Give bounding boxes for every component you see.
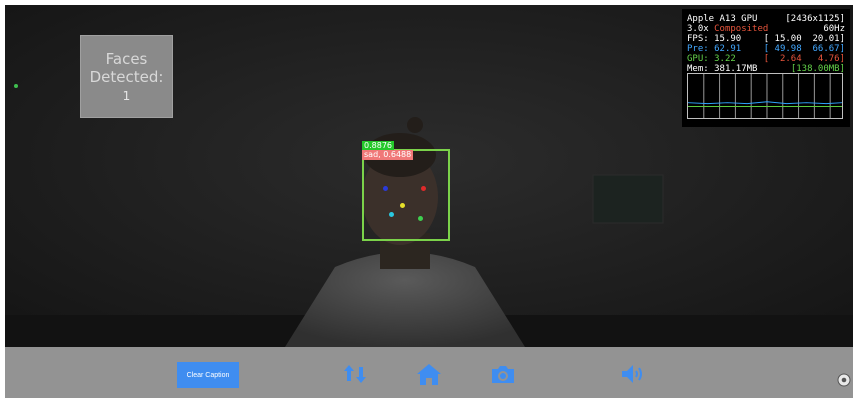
gpu-resolution: [2436x1125]	[785, 14, 845, 24]
sound-button[interactable]	[619, 361, 647, 387]
landmark-mouth-right	[418, 216, 423, 221]
home-button[interactable]	[415, 361, 443, 387]
pre-label: Pre:	[687, 44, 709, 54]
landmark-nose	[400, 203, 405, 208]
app-window: Faces Detected: 1 Apple A13 GPU [2436x11…	[0, 0, 856, 398]
faces-detected-count: 1	[122, 89, 131, 103]
clear-caption-button[interactable]: Clear Caption	[177, 362, 239, 388]
gpu-stats-overlay: Apple A13 GPU [2436x1125] 3.0x Composite…	[682, 9, 850, 127]
fps-value: 15.90	[714, 34, 742, 44]
refresh-rate: 60Hz	[823, 24, 845, 34]
mode-value: Composited	[714, 24, 769, 34]
pre-value: 62.91	[714, 44, 742, 54]
landmark-right-eye	[421, 186, 426, 191]
gpu-time-value: 3.22	[714, 54, 736, 64]
face-bounding-box	[362, 149, 450, 241]
frame-time-graph	[687, 73, 843, 119]
camera-view: Faces Detected: 1 Apple A13 GPU [2436x11…	[5, 5, 853, 347]
stats-row-mode: 3.0x Composited 60Hz	[687, 24, 845, 34]
gpu-name: Apple A13 GPU	[687, 14, 758, 24]
gpu-time-label: GPU:	[687, 54, 709, 64]
stats-row-gpu-time: GPU: 3.22 [ 2.64 4.76]	[687, 54, 845, 64]
fps-label: FPS:	[687, 34, 709, 44]
stats-row-pre: Pre: 62.91 [ 49.98 66.67]	[687, 44, 845, 54]
speaker-icon	[622, 365, 642, 383]
camera-button[interactable]	[489, 361, 517, 387]
faces-detected-panel: Faces Detected: 1	[80, 35, 173, 118]
stats-row-fps: FPS: 15.90 [ 15.00 20.01]	[687, 34, 845, 44]
switch-camera-icon	[344, 365, 366, 383]
indicator-dot	[14, 84, 18, 88]
scale-value: 3.0x	[687, 24, 709, 34]
fps-range: [ 15.00 20.01]	[763, 34, 845, 44]
settings-icon[interactable]	[837, 373, 851, 387]
camera-icon	[492, 366, 514, 383]
stats-row-gpu: Apple A13 GPU [2436x1125]	[687, 14, 845, 24]
switch-camera-button[interactable]	[342, 361, 370, 387]
bottom-toolbar: Clear Caption	[5, 347, 853, 398]
emotion-label: sad, 0.6488	[362, 150, 414, 160]
landmark-mouth-left	[389, 212, 394, 217]
home-icon	[417, 364, 441, 385]
gpu-time-range: [ 2.64 4.76]	[763, 54, 845, 64]
faces-detected-label: Faces Detected:	[89, 50, 164, 86]
pre-range: [ 49.98 66.67]	[763, 44, 845, 54]
landmark-left-eye	[383, 186, 388, 191]
face-confidence-label: 0.8876	[362, 141, 394, 150]
